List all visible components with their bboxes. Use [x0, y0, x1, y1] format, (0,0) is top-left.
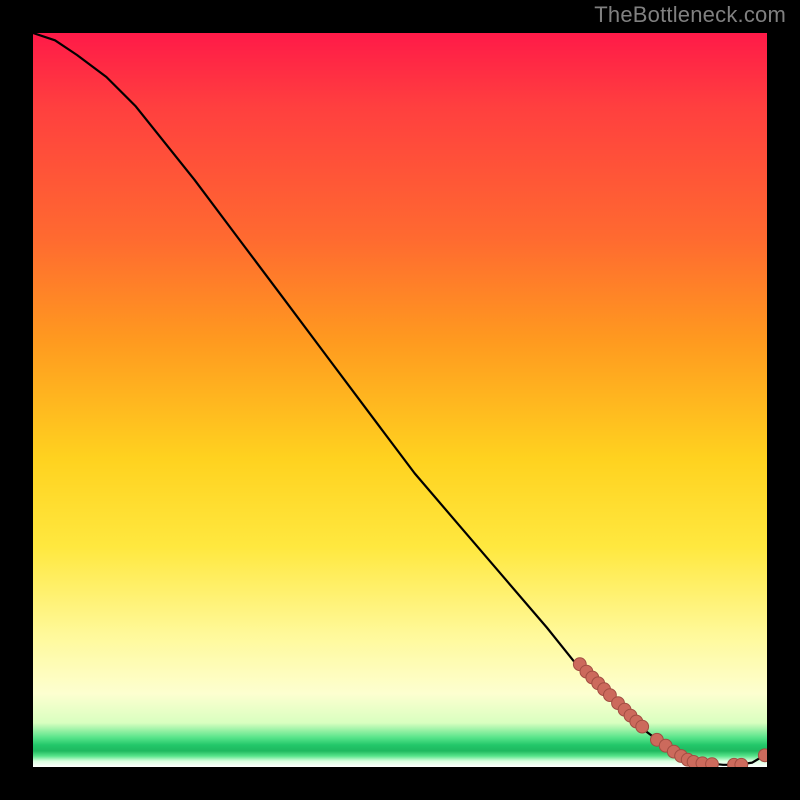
highlight-dots [573, 658, 767, 767]
data-point [706, 758, 719, 767]
data-point [636, 720, 649, 733]
watermark-text: TheBottleneck.com [594, 2, 786, 28]
curve-line [33, 33, 767, 765]
chart-frame: TheBottleneck.com [0, 0, 800, 800]
data-point [758, 749, 767, 762]
chart-svg [33, 33, 767, 767]
data-point [735, 758, 748, 767]
plot-area [33, 33, 767, 767]
